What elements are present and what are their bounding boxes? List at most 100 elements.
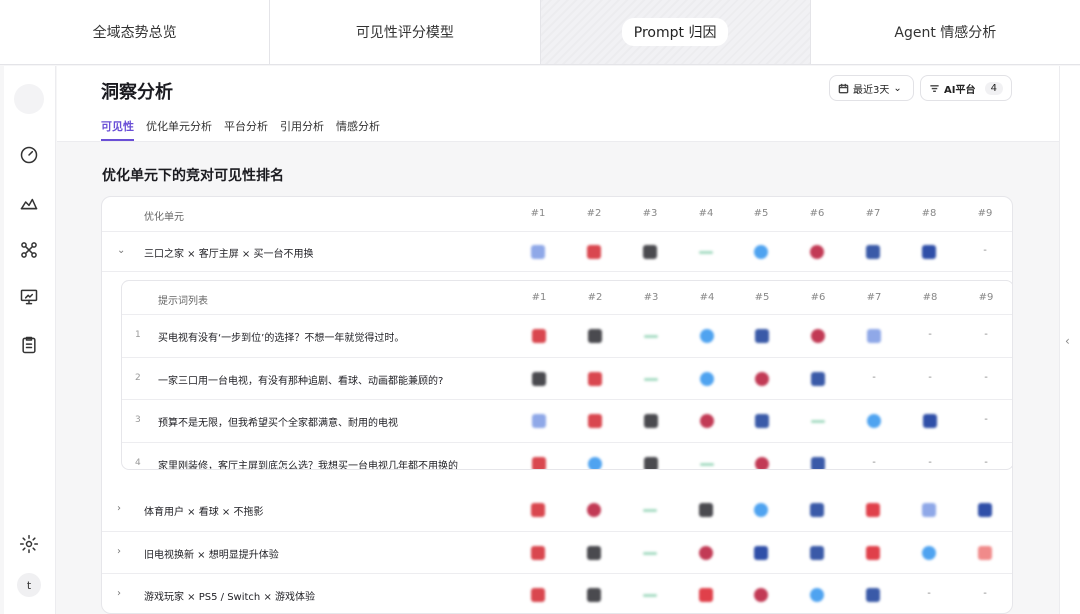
competitor-logo-icon[interactable] xyxy=(810,245,824,259)
competitor-logo-icon[interactable] xyxy=(587,545,601,560)
date-range-button[interactable]: 最近3天 ⌄ xyxy=(829,75,914,101)
competitor-logo-icon[interactable] xyxy=(531,245,545,259)
ranking-table: 优化单元 #1 #2 #3 #4 #5 #6 #7 #8 #9 ⌄ 三口之家 × 客厅主屏 × … xyxy=(101,196,1013,614)
competitor-logo-icon[interactable] xyxy=(588,414,602,429)
competitor-logo-icon[interactable] xyxy=(978,545,992,560)
competitor-logo-icon[interactable] xyxy=(531,503,545,518)
competitor-logo-icon[interactable] xyxy=(643,594,657,598)
tab-visibility-model[interactable]: 可见性评分模型 xyxy=(270,0,541,64)
presentation-icon[interactable] xyxy=(18,286,40,308)
competitor-logo-icon[interactable] xyxy=(532,414,546,429)
competitor-logo-icon[interactable] xyxy=(699,588,713,603)
subtab-platform-analysis[interactable]: 平台分析 xyxy=(224,118,268,141)
subtab-citation-analysis[interactable]: 引用分析 xyxy=(280,118,324,141)
unit-label: 三口之家 × 客厅主屏 × 买一台不用换 xyxy=(144,249,314,260)
competitor-logo-icon[interactable] xyxy=(700,414,714,429)
brand-logo xyxy=(14,84,44,114)
competitor-logo-icon[interactable] xyxy=(811,371,825,386)
competitor-logo-icon[interactable] xyxy=(699,251,713,254)
competitor-logo-icon[interactable] xyxy=(922,503,936,518)
competitor-logo-icon[interactable] xyxy=(532,329,546,344)
competitor-logo-icon[interactable] xyxy=(922,245,936,259)
competitor-logo-icon[interactable] xyxy=(587,588,601,603)
competitor-logo-icon[interactable] xyxy=(754,503,768,518)
clipboard-icon[interactable] xyxy=(18,334,40,356)
tab-agent-sentiment[interactable]: Agent 情感分析 xyxy=(811,0,1080,64)
table-row-expanded[interactable]: ⌄ 三口之家 × 客厅主屏 × 买一台不用换 - xyxy=(102,232,1012,272)
empty-rank-cell: - xyxy=(984,329,988,341)
competitor-logo-icon[interactable] xyxy=(699,545,713,560)
chevron-right-icon[interactable]: › xyxy=(117,588,121,599)
subtab-unit-analysis[interactable]: 优化单元分析 xyxy=(146,118,212,141)
competitor-logo-icon[interactable] xyxy=(532,371,546,386)
chevron-right-icon[interactable]: › xyxy=(117,546,121,557)
prompt-row[interactable]: 1 买电视有没有‘一步到位’的选择？不想一年就觉得过时。 - - xyxy=(122,315,1012,358)
top-tab-bar: 全域态势总览 可见性评分模型 Prompt 归因 Agent 情感分析 xyxy=(0,0,1080,65)
subtab-sentiment-analysis[interactable]: 情感分析 xyxy=(336,118,380,141)
competitor-logo-icon[interactable] xyxy=(531,588,545,603)
competitor-logo-icon[interactable] xyxy=(867,329,881,344)
rank-column-header: #4 xyxy=(698,208,714,219)
prompt-row[interactable]: 2 一家三口用一台电视，有没有那种追剧、看球、动画都能兼顾的? - - - xyxy=(122,358,1012,400)
area-chart-icon[interactable] xyxy=(18,191,40,213)
competitor-logo-icon[interactable] xyxy=(866,588,880,603)
competitor-logo-icon[interactable] xyxy=(754,588,768,603)
competitor-logo-icon[interactable] xyxy=(811,420,825,424)
competitor-logo-icon[interactable] xyxy=(587,503,601,518)
dashboard-icon[interactable] xyxy=(18,144,40,166)
competitor-logo-icon[interactable] xyxy=(587,245,601,259)
competitor-logo-icon[interactable] xyxy=(866,545,880,560)
section-title: 优化单元下的竞对可见性排名 xyxy=(102,168,284,184)
competitor-logo-icon[interactable] xyxy=(866,503,880,518)
competitor-logo-icon[interactable] xyxy=(811,329,825,344)
chevron-left-icon[interactable]: ‹ xyxy=(1065,334,1070,348)
competitor-logo-icon[interactable] xyxy=(922,545,936,560)
competitor-logo-icon[interactable] xyxy=(867,414,881,429)
chevron-down-icon[interactable]: ⌄ xyxy=(117,245,125,256)
competitor-logo-icon[interactable] xyxy=(810,503,824,518)
competitor-logo-icon[interactable] xyxy=(700,462,714,466)
competitor-logo-icon[interactable] xyxy=(588,371,602,386)
competitor-logo-icon[interactable] xyxy=(531,545,545,560)
table-row-collapsed[interactable]: › 游戏玩家 × PS5 / Switch × 游戏体验 - - xyxy=(102,574,1012,613)
competitor-logo-icon[interactable] xyxy=(643,245,657,259)
left-rail: t xyxy=(4,66,56,614)
competitor-logo-icon[interactable] xyxy=(810,588,824,603)
competitor-logo-icon[interactable] xyxy=(754,545,768,560)
subtab-visibility[interactable]: 可见性 xyxy=(101,118,134,141)
table-row-collapsed[interactable]: › 体育用户 × 看球 × 不拖影 xyxy=(102,489,1012,532)
competitor-logo-icon[interactable] xyxy=(700,329,714,344)
competitor-logo-icon[interactable] xyxy=(811,456,825,469)
chevron-right-icon[interactable]: › xyxy=(117,503,121,514)
competitor-logo-icon[interactable] xyxy=(644,377,658,381)
prompt-row[interactable]: 4 家里刚装修，客厅主屏到底怎么选？我想买一台电视几年都不用换的 - - - xyxy=(122,443,1012,469)
avatar[interactable]: t xyxy=(17,573,41,597)
competitor-logo-icon[interactable] xyxy=(755,371,769,386)
competitor-logo-icon[interactable] xyxy=(588,456,602,469)
competitor-logo-icon[interactable] xyxy=(978,503,992,518)
competitor-logo-icon[interactable] xyxy=(644,456,658,469)
tab-overview[interactable]: 全域态势总览 xyxy=(0,0,271,64)
competitor-logo-icon[interactable] xyxy=(699,503,713,518)
prompt-row[interactable]: 3 预算不是无限，但我希望买个全家都满意、耐用的电视 - xyxy=(122,400,1012,443)
table-row-collapsed[interactable]: › 旧电视换新 × 想明显提升体验 xyxy=(102,532,1012,574)
competitor-logo-icon[interactable] xyxy=(532,456,546,469)
ai-platform-filter-button[interactable]: AI平台 4 xyxy=(920,75,1012,101)
competitor-logo-icon[interactable] xyxy=(644,414,658,429)
competitor-logo-icon[interactable] xyxy=(755,456,769,469)
competitor-logo-icon[interactable] xyxy=(754,245,768,259)
competitor-logo-icon[interactable] xyxy=(810,545,824,560)
competitor-logo-icon[interactable] xyxy=(700,371,714,386)
competitor-logo-icon[interactable] xyxy=(588,329,602,344)
competitor-logo-icon[interactable] xyxy=(644,335,658,339)
tab-prompt-attribution[interactable]: Prompt 归因 xyxy=(540,0,811,64)
competitor-logo-icon[interactable] xyxy=(643,509,657,513)
rank-column-header: #3 xyxy=(643,292,659,303)
settings-icon[interactable] xyxy=(18,533,40,555)
competitor-logo-icon[interactable] xyxy=(755,414,769,429)
competitor-logo-icon[interactable] xyxy=(755,329,769,344)
network-icon[interactable] xyxy=(18,239,40,261)
competitor-logo-icon[interactable] xyxy=(643,551,657,555)
competitor-logo-icon[interactable] xyxy=(866,245,880,259)
competitor-logo-icon[interactable] xyxy=(923,414,937,429)
